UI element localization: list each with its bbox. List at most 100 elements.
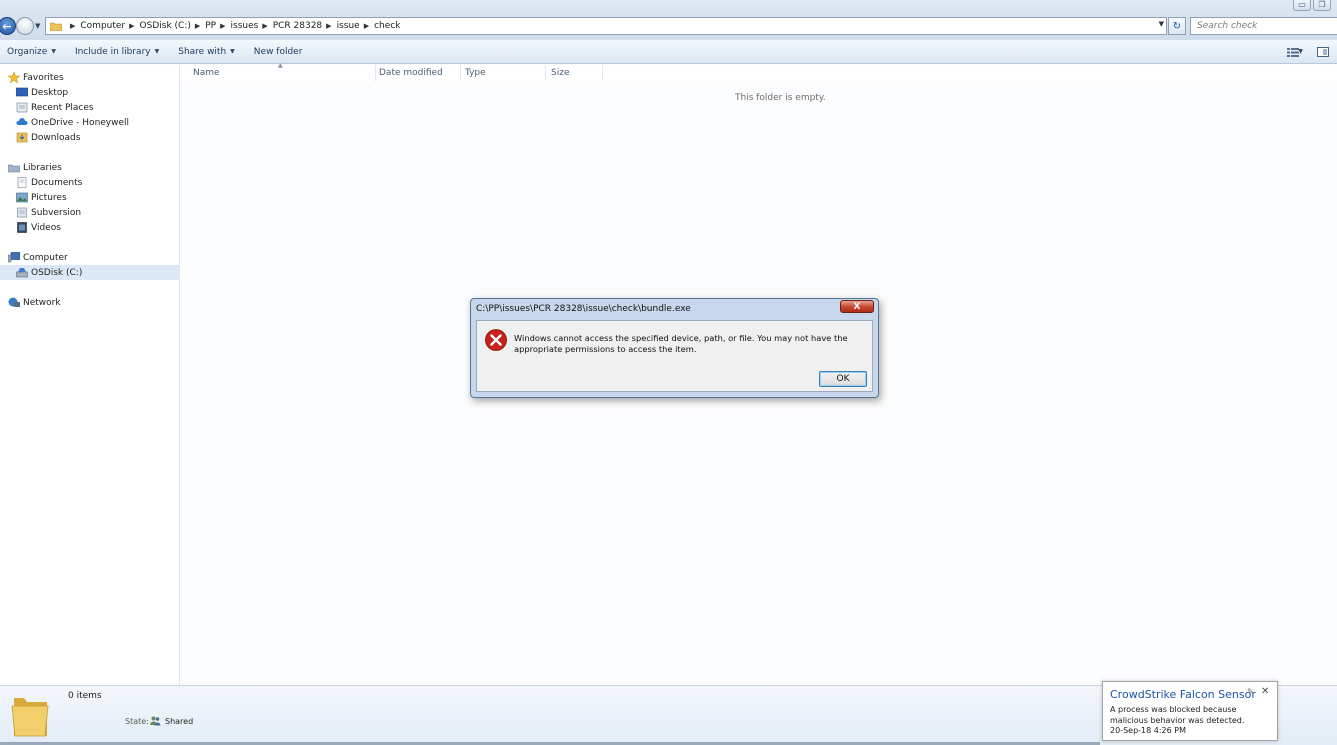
view-options-icon[interactable] — [1287, 48, 1299, 57]
navigation-row: ← ▼ ▶ Computer ▶ OSDisk (C:) ▶ PP ▶ issu… — [0, 17, 1337, 36]
sidebar-label: Desktop — [31, 87, 69, 98]
share-label: Share with — [178, 46, 227, 57]
ok-button[interactable]: OK — [819, 371, 867, 387]
organize-button[interactable]: Organize ▼ — [7, 47, 56, 57]
chevron-right-icon[interactable]: ▶ — [129, 22, 134, 30]
sidebar-label: Subversion — [31, 207, 82, 218]
sidebar-label: OSDisk (C:) — [31, 267, 83, 278]
chevron-right-icon[interactable]: ▶ — [70, 22, 75, 30]
sidebar-item-libraries[interactable]: Libraries — [0, 160, 179, 175]
search-input[interactable] — [1190, 17, 1337, 35]
sidebar-item-osdisk[interactable]: OSDisk (C:) — [0, 265, 179, 280]
sidebar-item-recent-places[interactable]: Recent Places — [0, 100, 179, 115]
maximize-button[interactable]: ❐ — [1313, 0, 1331, 11]
forward-button[interactable] — [16, 17, 34, 35]
column-date-modified[interactable]: Date modified — [374, 65, 461, 81]
folder-icon — [50, 22, 62, 31]
window-chrome: ▭ ❐ ← ▼ ▶ Computer ▶ OSDisk (C:) ▶ PP ▶ … — [0, 0, 1337, 40]
minimize-button[interactable]: ▭ — [1293, 0, 1311, 11]
chevron-right-icon[interactable]: ▶ — [262, 22, 267, 30]
sidebar-item-favorites[interactable]: Favorites — [0, 70, 179, 85]
sidebar-label: Videos — [31, 222, 61, 233]
include-label: Include in library — [74, 46, 151, 57]
command-bar: Organize ▼ Include in library ▼ Share wi… — [0, 40, 1337, 64]
recent-places-icon — [16, 102, 28, 113]
navigation-pane: Favorites Desktop Recent Places OneDrive… — [0, 65, 180, 685]
chevron-right-icon[interactable]: ▶ — [220, 22, 225, 30]
share-with-button[interactable]: Share with ▼ — [178, 47, 235, 57]
window-controls: ▭ ❐ — [1293, 0, 1331, 11]
breadcrumb-pcr[interactable]: PCR 28328 — [273, 21, 322, 31]
notification-toast: CrowdStrike Falcon Sensor ✎ ✕ A process … — [1102, 681, 1278, 741]
libraries-icon — [8, 164, 20, 173]
dialog-body: Windows cannot access the specified devi… — [476, 320, 873, 392]
breadcrumb-check[interactable]: check — [374, 21, 400, 31]
cloud-icon — [16, 118, 28, 125]
videos-icon — [17, 222, 27, 233]
column-name[interactable]: Name — [188, 65, 376, 81]
sidebar-item-downloads[interactable]: Downloads — [0, 130, 179, 145]
chevron-down-icon[interactable]: ▼ — [1159, 20, 1164, 28]
desktop-icon — [16, 87, 28, 97]
pictures-icon — [16, 192, 28, 203]
star-icon — [8, 72, 20, 83]
column-header: ▲ Name Date modified Type Size — [181, 62, 1337, 81]
toast-timestamp: 20-Sep-18 4:26 PM — [1110, 726, 1186, 735]
state-label: State: — [125, 717, 149, 726]
dialog-close-button[interactable]: X — [840, 300, 874, 313]
shared-users-icon — [150, 716, 161, 726]
sidebar-item-onedrive[interactable]: OneDrive - Honeywell — [0, 115, 179, 130]
sidebar-item-desktop[interactable]: Desktop — [0, 85, 179, 100]
breadcrumb-osdisk[interactable]: OSDisk (C:) — [140, 21, 191, 31]
chevron-right-icon[interactable]: ▶ — [364, 22, 369, 30]
sidebar-item-videos[interactable]: Videos — [0, 220, 179, 235]
sidebar-item-documents[interactable]: Documents — [0, 175, 179, 190]
item-count: 0 items — [68, 691, 102, 701]
recent-pages-button[interactable]: ▼ — [35, 22, 43, 30]
folder-icon — [11, 698, 49, 737]
back-button[interactable]: ← — [0, 17, 16, 35]
preview-pane-button[interactable] — [1317, 47, 1329, 57]
error-dialog: C:\PP\issues\PCR 28328\issue\check\bundl… — [470, 298, 879, 398]
drive-icon — [16, 268, 28, 278]
chevron-down-icon: ▼ — [230, 48, 235, 55]
breadcrumb-issues[interactable]: issues — [231, 21, 259, 31]
column-size[interactable]: Size — [546, 65, 603, 81]
breadcrumb-pp[interactable]: PP — [205, 21, 216, 31]
refresh-icon: ↻ — [1172, 20, 1182, 32]
address-bar[interactable]: ▶ Computer ▶ OSDisk (C:) ▶ PP ▶ issues ▶… — [45, 17, 1167, 35]
sidebar-label: Favorites — [23, 72, 64, 83]
sidebar-label: Network — [23, 297, 61, 308]
sidebar-item-subversion[interactable]: Subversion — [0, 205, 179, 220]
include-in-library-button[interactable]: Include in library ▼ — [75, 47, 159, 57]
toast-message: A process was blocked because malicious … — [1110, 705, 1245, 725]
sidebar-item-network[interactable]: Network — [0, 295, 179, 310]
subversion-icon — [17, 207, 27, 218]
sidebar-item-pictures[interactable]: Pictures — [0, 190, 179, 205]
column-type[interactable]: Type — [460, 65, 546, 81]
chevron-right-icon[interactable]: ▶ — [195, 22, 200, 30]
dialog-message: Windows cannot access the specified devi… — [514, 333, 848, 354]
computer-icon — [8, 252, 20, 263]
breadcrumb-computer[interactable]: Computer — [80, 21, 125, 31]
sidebar-label: Downloads — [31, 132, 81, 143]
settings-pin-icon[interactable]: ✎ — [1247, 687, 1254, 696]
chevron-down-icon[interactable]: ▼ — [1298, 48, 1303, 55]
chevron-right-icon[interactable]: ▶ — [326, 22, 331, 30]
downloads-folder-icon — [16, 132, 28, 143]
breadcrumb-issue[interactable]: issue — [337, 21, 360, 31]
sidebar-label: Computer — [23, 252, 68, 263]
new-folder-button[interactable]: New folder — [254, 47, 303, 57]
refresh-button[interactable]: ↻ — [1168, 17, 1186, 35]
sidebar-item-computer[interactable]: Computer — [0, 250, 179, 265]
documents-icon — [17, 177, 27, 188]
organize-label: Organize — [7, 46, 48, 57]
error-x-icon — [485, 329, 507, 351]
sidebar-label: Libraries — [23, 162, 62, 173]
sidebar-label: OneDrive - Honeywell — [31, 117, 130, 128]
state-value: Shared — [165, 717, 194, 726]
close-icon[interactable]: ✕ — [1261, 686, 1269, 697]
chevron-down-icon: ▼ — [51, 48, 56, 55]
sidebar-label: Pictures — [31, 192, 67, 203]
back-arrow-icon: ← — [2, 19, 12, 33]
